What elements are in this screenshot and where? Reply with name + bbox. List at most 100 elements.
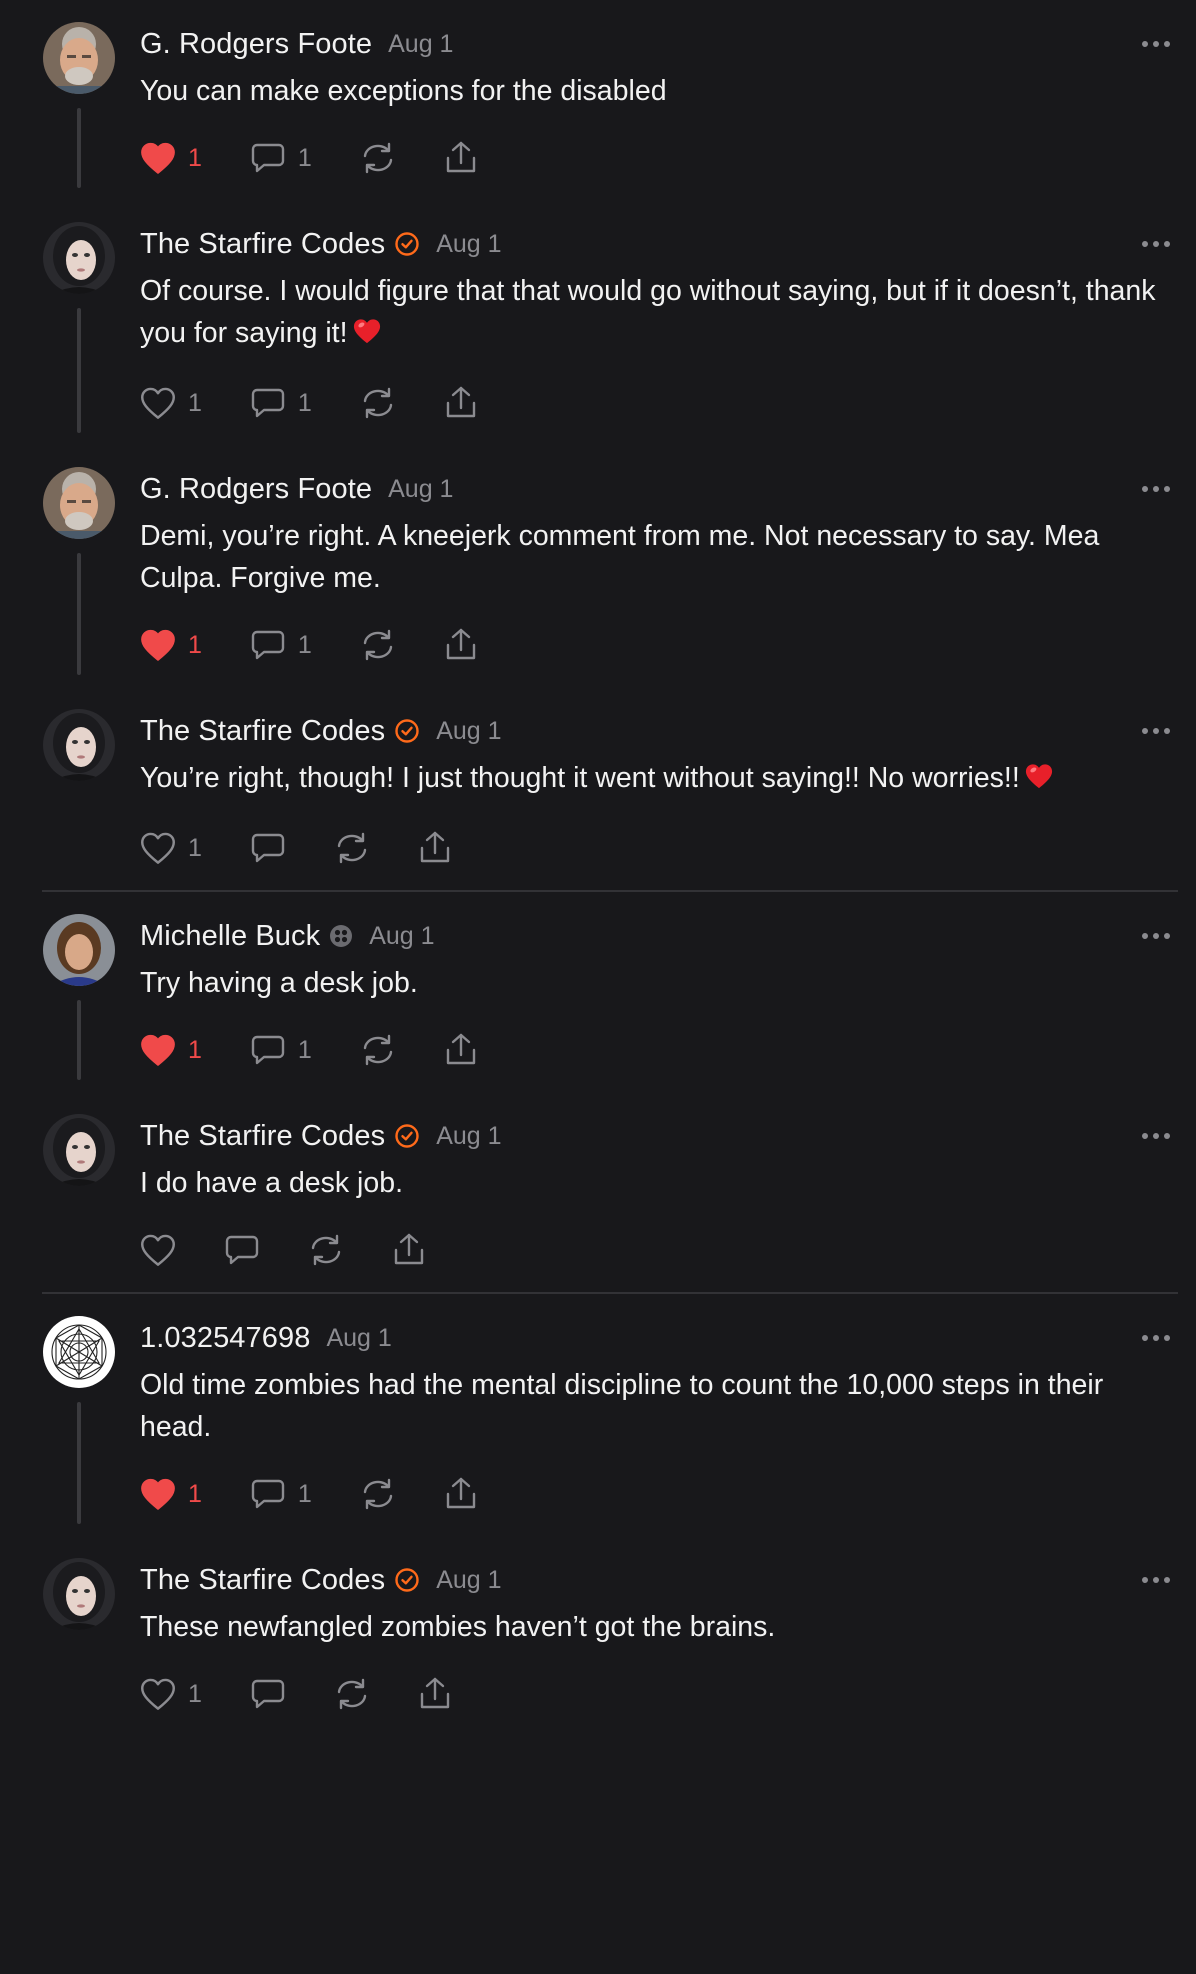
share-icon <box>444 627 478 663</box>
reply-button[interactable] <box>250 831 286 865</box>
comment-header: The Starfire Codes Aug 1 <box>140 1560 1174 1600</box>
thread-line <box>77 308 81 433</box>
share-icon <box>418 830 452 866</box>
share-button[interactable] <box>444 1476 478 1512</box>
like-button[interactable]: 1 <box>140 1033 202 1067</box>
like-button[interactable]: 1 <box>140 831 202 865</box>
avatar[interactable] <box>43 467 115 539</box>
avatar[interactable] <box>43 1558 115 1630</box>
comment: G. Rodgers Foote Aug 1 You can make except… <box>0 0 1196 188</box>
reply-button[interactable] <box>224 1233 260 1267</box>
share-button[interactable] <box>444 385 478 421</box>
comment-text: Try having a desk job. <box>140 962 1174 1004</box>
reply-count: 1 <box>297 388 312 417</box>
author-name[interactable]: The Starfire Codes <box>140 228 385 261</box>
comment-bubble-icon <box>250 1477 286 1511</box>
like-count: 1 <box>188 388 202 417</box>
comment-actions: 11 <box>140 621 1174 669</box>
comment-text: You can make exceptions for the disabled <box>140 70 1174 112</box>
comment-actions: 11 <box>140 1026 1174 1074</box>
avatar[interactable] <box>43 22 115 94</box>
comment-date[interactable]: Aug 1 <box>436 1122 501 1151</box>
comment-text: You’re right, though! I just thought it … <box>140 757 1174 802</box>
avatar[interactable] <box>43 709 115 781</box>
comment-date[interactable]: Aug 1 <box>326 1324 391 1353</box>
restack-button[interactable] <box>360 1033 396 1067</box>
comment-date[interactable]: Aug 1 <box>436 1566 501 1595</box>
restack-button[interactable] <box>360 628 396 662</box>
comment-date[interactable]: Aug 1 <box>388 475 453 504</box>
share-button[interactable] <box>392 1232 426 1268</box>
restack-icon <box>360 1477 396 1511</box>
comment-date[interactable]: Aug 1 <box>436 717 501 746</box>
comment-date[interactable]: Aug 1 <box>436 230 501 259</box>
more-options-icon[interactable] <box>1138 1127 1174 1145</box>
like-count: 1 <box>188 1479 202 1508</box>
like-button[interactable] <box>140 1233 176 1267</box>
comment-text-content: Demi, you’re right. A kneejerk comment f… <box>140 520 1100 594</box>
comment-body: The Starfire Codes Aug 1 You’re right, th… <box>140 711 1174 872</box>
restack-button[interactable] <box>360 141 396 175</box>
restack-button[interactable] <box>360 1477 396 1511</box>
comment-date[interactable]: Aug 1 <box>388 30 453 59</box>
author-name[interactable]: Michelle Buck <box>140 920 320 953</box>
avatar[interactable] <box>43 914 115 986</box>
more-options-icon[interactable] <box>1138 480 1174 498</box>
like-count: 1 <box>188 833 202 862</box>
thread-line <box>77 1402 81 1524</box>
share-button[interactable] <box>418 830 452 866</box>
author-name[interactable]: The Starfire Codes <box>140 1564 385 1597</box>
restack-icon <box>334 831 370 865</box>
share-icon <box>418 1676 452 1712</box>
comment-date[interactable]: Aug 1 <box>369 922 434 951</box>
red-heart-emoji-icon <box>1024 760 1054 802</box>
comment-actions: 1 <box>140 1670 1174 1718</box>
more-options-icon[interactable] <box>1138 235 1174 253</box>
like-button[interactable]: 1 <box>140 386 202 420</box>
comment-body: G. Rodgers Foote Aug 1 Demi, you’re right.… <box>140 469 1174 669</box>
more-options-icon[interactable] <box>1138 1329 1174 1347</box>
share-button[interactable] <box>444 140 478 176</box>
like-button[interactable]: 1 <box>140 628 202 662</box>
more-options-icon[interactable] <box>1138 1571 1174 1589</box>
comment-actions: 11 <box>140 134 1174 182</box>
avatar[interactable] <box>43 1316 115 1388</box>
restack-button[interactable] <box>308 1233 344 1267</box>
author-name[interactable]: 1.032547698 <box>140 1322 310 1355</box>
more-options-icon[interactable] <box>1138 722 1174 740</box>
share-icon <box>392 1232 426 1268</box>
like-button[interactable]: 1 <box>140 1477 202 1511</box>
more-options-icon[interactable] <box>1138 927 1174 945</box>
like-button[interactable]: 1 <box>140 1677 202 1711</box>
comment-text: Of course. I would figure that that woul… <box>140 270 1174 357</box>
reply-button[interactable]: 1 <box>250 628 312 662</box>
restack-button[interactable] <box>334 831 370 865</box>
share-button[interactable] <box>444 627 478 663</box>
like-count: 1 <box>188 630 202 659</box>
share-icon <box>444 385 478 421</box>
comment-body: Michelle Buck Aug 1 Try having a desk job… <box>140 916 1174 1074</box>
author-name[interactable]: G. Rodgers Foote <box>140 28 372 61</box>
reply-button[interactable]: 1 <box>250 1477 312 1511</box>
author-name[interactable]: The Starfire Codes <box>140 1120 385 1153</box>
more-options-icon[interactable] <box>1138 35 1174 53</box>
share-button[interactable] <box>444 1032 478 1068</box>
restack-button[interactable] <box>334 1677 370 1711</box>
reply-button[interactable] <box>250 1677 286 1711</box>
reply-button[interactable]: 1 <box>250 1033 312 1067</box>
reply-button[interactable]: 1 <box>250 386 312 420</box>
like-button[interactable]: 1 <box>140 141 202 175</box>
author-name[interactable]: G. Rodgers Foote <box>140 473 372 506</box>
share-button[interactable] <box>418 1676 452 1712</box>
reply-button[interactable]: 1 <box>250 141 312 175</box>
reply-count: 1 <box>297 1479 312 1508</box>
comment-bubble-icon <box>224 1233 260 1267</box>
reply-count: 1 <box>297 143 312 172</box>
comment-actions: 1 <box>140 824 1174 872</box>
avatar[interactable] <box>43 1114 115 1186</box>
restack-button[interactable] <box>360 386 396 420</box>
avatar[interactable] <box>43 222 115 294</box>
author-name[interactable]: The Starfire Codes <box>140 715 385 748</box>
verified-icon <box>394 1567 420 1593</box>
comment-bubble-icon <box>250 141 286 175</box>
